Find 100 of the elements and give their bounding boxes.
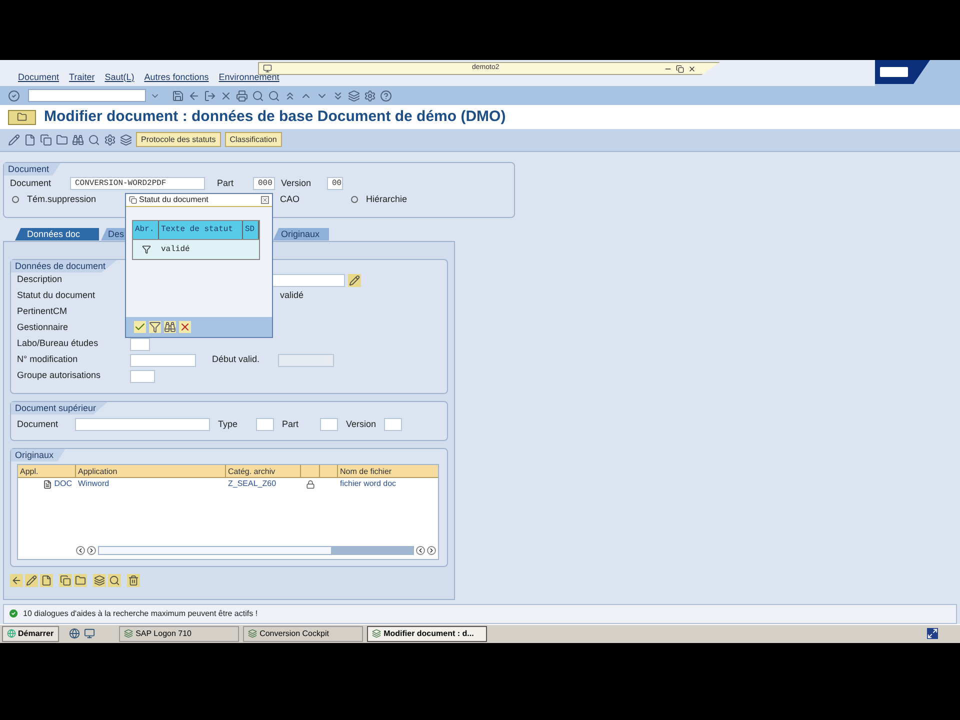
help-icon[interactable] (380, 90, 392, 102)
save-icon[interactable] (172, 90, 184, 102)
input-field[interactable] (130, 354, 196, 367)
copy-icon[interactable] (40, 134, 52, 146)
window-icon (129, 196, 137, 204)
group-title: Document supérieur (11, 402, 108, 415)
command-field[interactable] (28, 89, 146, 102)
layers-icon[interactable] (93, 574, 106, 587)
table-cell: DOC (54, 478, 72, 490)
layers-icon[interactable] (120, 134, 132, 146)
scroll-right-icon[interactable] (87, 546, 96, 556)
field-label: Type (218, 418, 239, 431)
folder-icon[interactable] (74, 574, 87, 587)
filter-icon[interactable] (149, 321, 161, 333)
column-header: Application (76, 464, 226, 477)
field-label: Description (17, 273, 64, 286)
scroll-left-icon[interactable] (416, 546, 425, 556)
globe-icon (7, 629, 16, 638)
restore-icon[interactable] (676, 64, 684, 72)
close-icon[interactable] (688, 64, 696, 72)
status-row[interactable]: validé (133, 239, 259, 259)
search-icon[interactable] (88, 134, 100, 146)
cancel-icon[interactable] (179, 321, 191, 333)
input-field[interactable]: 00 (327, 176, 343, 190)
field-label: Labo/Bureau études (17, 337, 100, 350)
menu-item[interactable]: Document (18, 70, 60, 84)
menu-item[interactable]: Saut(L) (104, 70, 134, 84)
input-field[interactable] (384, 418, 402, 431)
menu-toggle-button[interactable] (8, 110, 36, 125)
option-label: CAO (280, 193, 300, 206)
back-icon[interactable] (10, 574, 23, 587)
menu-item[interactable]: Environnement (218, 70, 280, 84)
table-cell-text: fichier word doc (339, 478, 398, 490)
input-field[interactable] (130, 370, 155, 383)
copy-icon[interactable] (59, 574, 72, 587)
pencil-icon[interactable] (8, 134, 20, 146)
desktop-icon[interactable] (84, 628, 95, 640)
taskbar-button[interactable]: Modifier document : d... (366, 626, 487, 642)
folder-icon (17, 112, 27, 122)
taskbar-button[interactable]: SAP Logon 710 (118, 626, 239, 642)
first-page-icon[interactable] (284, 90, 296, 102)
taskbar-button[interactable]: Conversion Cockpit (242, 626, 363, 642)
toolbar-button[interactable]: Classification (224, 132, 282, 148)
edit-icon[interactable] (348, 274, 361, 287)
enter-icon[interactable] (8, 90, 20, 102)
screen-title: Modifier document : données de base Document de démo (DMO) (44, 106, 506, 127)
search-icon[interactable] (108, 574, 121, 587)
back-icon[interactable] (188, 90, 200, 102)
popup-title: Statut du document (139, 194, 208, 206)
settings-icon[interactable] (104, 134, 116, 146)
success-icon (8, 608, 19, 620)
input-field[interactable] (130, 338, 150, 351)
document-icon[interactable] (40, 574, 53, 587)
pencil-icon[interactable] (25, 574, 38, 587)
binoculars-icon[interactable] (164, 321, 176, 333)
menu-item[interactable]: Traiter (69, 70, 95, 84)
radio-button[interactable] (351, 196, 358, 204)
print-icon[interactable] (236, 90, 248, 102)
input-field[interactable] (256, 418, 274, 431)
group-title: Document (4, 162, 62, 176)
tab[interactable]: Données doc (15, 228, 99, 241)
input-field[interactable] (320, 418, 338, 431)
group-title: Originaux (11, 448, 66, 462)
trash-icon[interactable] (127, 574, 140, 587)
cancel-icon[interactable] (220, 90, 232, 102)
binoculars-icon[interactable] (72, 134, 84, 146)
browser-icon[interactable] (68, 628, 80, 640)
session-icon[interactable] (348, 90, 360, 102)
field-value: validé (280, 289, 304, 302)
column-header: Nom de fichier (339, 466, 393, 477)
search-icon[interactable] (252, 90, 264, 102)
tray-icon[interactable] (927, 628, 938, 640)
input-field[interactable] (278, 354, 334, 367)
confirm-icon[interactable] (134, 321, 146, 333)
input-field[interactable]: 000 (253, 176, 275, 190)
radio-button[interactable] (12, 196, 19, 204)
search-icon[interactable] (268, 90, 280, 102)
toolbar-button[interactable]: Protocole des statuts (136, 132, 221, 148)
field-label: Document (17, 418, 60, 431)
document-icon[interactable] (24, 134, 36, 146)
scroll-right-icon[interactable] (427, 546, 436, 556)
settings-icon[interactable] (364, 90, 376, 102)
app-icon (248, 629, 257, 638)
table-cell-text: Z_SEAL_Z60 (227, 478, 278, 490)
start-button[interactable]: Démarrer (2, 626, 59, 642)
scrollbar-thumb[interactable] (331, 547, 413, 554)
input-field[interactable]: CONVERSION-WORD2PDF (70, 176, 205, 190)
menu-item[interactable]: Autres fonctions (144, 70, 209, 84)
exit-icon[interactable] (204, 90, 216, 102)
scroll-left-icon[interactable] (76, 546, 85, 556)
field-label: Document (10, 176, 52, 190)
scrollbar-track[interactable] (98, 546, 414, 556)
close-icon[interactable] (261, 196, 269, 204)
field-label: Gestionnaire (17, 321, 70, 334)
option-label: Tém.suppression (27, 193, 96, 206)
last-page-icon[interactable] (332, 90, 344, 102)
folder-icon[interactable] (56, 134, 68, 146)
tab[interactable]: Originaux (273, 228, 329, 241)
input-field[interactable] (75, 418, 210, 431)
group-title: Données de document (11, 260, 118, 273)
